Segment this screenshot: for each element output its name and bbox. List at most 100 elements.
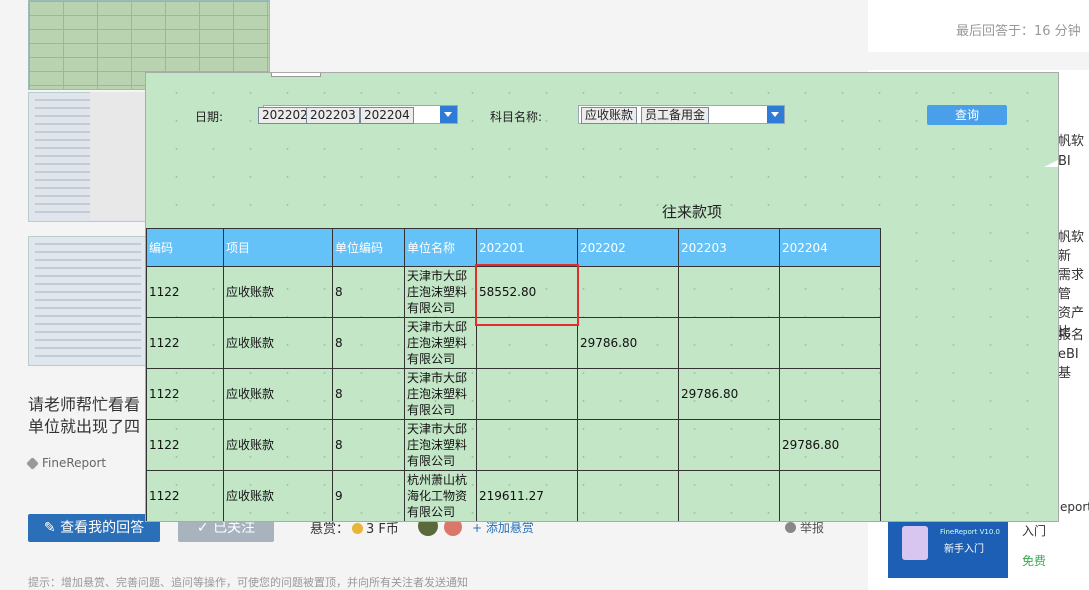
question-title[interactable]: 请老师帮忙看看 单位就出现了四	[28, 394, 148, 438]
column-header: 编码	[146, 228, 224, 267]
column-header: 单位名称	[404, 228, 477, 267]
side-course-title[interactable]: eport	[1060, 500, 1089, 514]
question-tag[interactable]: FineReport	[26, 456, 107, 470]
table-cell	[678, 317, 780, 369]
chevron-down-icon[interactable]	[440, 106, 457, 123]
hint-text: 提示：增加悬赏、完善问题、追问等操作，可使您的问题被置顶，并向所有关注者发送通知	[28, 576, 468, 589]
date-chip[interactable]: 202204	[360, 107, 414, 124]
coin-icon	[352, 523, 364, 534]
table-cell: 天津市大邱庄泡沫塑料有限公司	[404, 368, 477, 420]
column-header: 202201	[476, 228, 578, 267]
table-cell	[476, 419, 578, 471]
subject-chip[interactable]: 员工备用金	[641, 107, 710, 124]
table-cell	[779, 317, 881, 369]
side-item[interactable]: 报名 eBI基	[1058, 326, 1089, 383]
last-answer-card: 最后回答于：16 分钟	[868, 0, 1089, 52]
date-chip[interactable]: 202203	[306, 107, 360, 124]
date-chip[interactable]: 202202	[258, 107, 312, 124]
decorative-shape	[1044, 159, 1058, 167]
free-badge: 免费	[1022, 554, 1047, 568]
table-cell	[779, 470, 881, 521]
column-header: 202204	[779, 228, 881, 267]
table-cell: 1122	[146, 419, 224, 471]
table-cell	[678, 266, 780, 318]
table-row: 1122 应收账款 8 天津市大邱庄泡沫塑料有限公司 29786.80	[146, 317, 881, 369]
side-item-line: 帆软新	[1058, 230, 1085, 264]
attachment-thumbnail-panel	[90, 92, 146, 220]
chevron-down-icon[interactable]	[767, 106, 784, 123]
table-cell: 8	[332, 266, 405, 318]
table-cell: 9	[332, 470, 405, 521]
table-cell	[779, 266, 881, 318]
question-title-line: 单位就出现了四	[28, 417, 141, 436]
column-header: 单位编码	[332, 228, 405, 267]
table-cell	[779, 368, 881, 420]
check-icon: ✓	[196, 520, 214, 536]
report-preview-window: 日期: 202202 202203 202204 科目名称: 应收账款 员工备用…	[145, 72, 1059, 522]
course-banner[interactable]: FineReport V10.0 新手入门	[888, 518, 1008, 578]
reward-label: 悬赏：	[310, 522, 350, 537]
report-title: 往来款项	[662, 203, 723, 221]
table-cell: 天津市大邱庄泡沫塑料有限公司	[404, 317, 477, 369]
side-item-line: 需求管	[1058, 268, 1085, 302]
table-cell: 58552.80	[476, 266, 578, 318]
table-cell: 8	[332, 317, 405, 369]
side-item-line: 报名	[1058, 328, 1085, 343]
table-row: 1122 应收账款 9 杭州萧山杭海化工物资有限公司 219611.27	[146, 470, 881, 521]
query-button[interactable]: 查询	[927, 105, 1007, 125]
table-cell: 应收账款	[223, 470, 333, 521]
subject-chip[interactable]: 应收账款	[581, 107, 638, 124]
table-cell	[678, 470, 780, 521]
last-answer-text: 最后回答于：16 分钟	[956, 24, 1081, 39]
report-table: 编码 项目 单位编码 单位名称 202201 202202 202203 202…	[146, 228, 881, 521]
table-cell: 8	[332, 419, 405, 471]
edit-icon: ✎	[43, 520, 61, 536]
table-cell: 219611.27	[476, 470, 578, 521]
table-cell: 1122	[146, 266, 224, 318]
side-item[interactable]: 帆软新 需求管 资产比	[1058, 228, 1089, 342]
table-cell: 1122	[146, 317, 224, 369]
table-cell: 应收账款	[223, 266, 333, 318]
table-row: 1122 应收账款 8 天津市大邱庄泡沫塑料有限公司 29786.80	[146, 419, 881, 471]
table-cell: 天津市大邱庄泡沫塑料有限公司	[404, 266, 477, 318]
table-cell: 应收账款	[223, 419, 333, 471]
tag-label: FineReport	[42, 456, 107, 470]
table-cell: 1122	[146, 368, 224, 420]
column-header: 202203	[678, 228, 780, 267]
subject-label: 科目名称:	[490, 110, 543, 124]
banner-line: 新手入门	[944, 544, 984, 555]
attachment-thumbnail[interactable]	[28, 236, 148, 366]
table-row: 1122 应收账款 8 天津市大邱庄泡沫塑料有限公司 29786.80	[146, 368, 881, 420]
table-row: 1122 应收账款 8 天津市大邱庄泡沫塑料有限公司 58552.80	[146, 266, 881, 318]
date-multiselect[interactable]: 202202 202203 202204	[258, 105, 458, 124]
report-label: 举报	[800, 521, 825, 535]
table-cell: 应收账款	[223, 368, 333, 420]
table-header-row: 编码 项目 单位编码 单位名称 202201 202202 202203 202…	[146, 228, 881, 267]
table-cell	[577, 419, 679, 471]
subject-multiselect[interactable]: 应收账款 员工备用金	[578, 105, 785, 124]
device-icon	[902, 526, 928, 560]
view-my-answer-button[interactable]: ✎ 查看我的回答	[28, 514, 160, 542]
reward-value: 3 F币	[366, 522, 399, 537]
table-cell	[476, 317, 578, 369]
table-cell: 29786.80	[779, 419, 881, 471]
table-cell	[577, 470, 679, 521]
table-cell: 29786.80	[577, 317, 679, 369]
banner-line: FineReport V10.0	[940, 528, 1001, 536]
side-item-line: eBI基	[1058, 347, 1079, 381]
question-title-line: 请老师帮忙看看	[28, 395, 141, 414]
table-cell	[476, 368, 578, 420]
follow-label: 已关注	[213, 520, 256, 536]
table-cell	[678, 419, 780, 471]
side-item[interactable]: 帆软BI	[1058, 132, 1089, 172]
table-cell	[577, 368, 679, 420]
table-cell: 天津市大邱庄泡沫塑料有限公司	[404, 419, 477, 471]
side-course-subtitle[interactable]: 入门	[1022, 522, 1046, 539]
tag-icon	[26, 457, 39, 470]
view-my-answer-label: 查看我的回答	[60, 520, 145, 536]
column-header: 项目	[223, 228, 333, 267]
table-cell: 应收账款	[223, 317, 333, 369]
warning-icon	[785, 522, 796, 533]
table-cell: 29786.80	[678, 368, 780, 420]
table-cell: 杭州萧山杭海化工物资有限公司	[404, 470, 477, 521]
